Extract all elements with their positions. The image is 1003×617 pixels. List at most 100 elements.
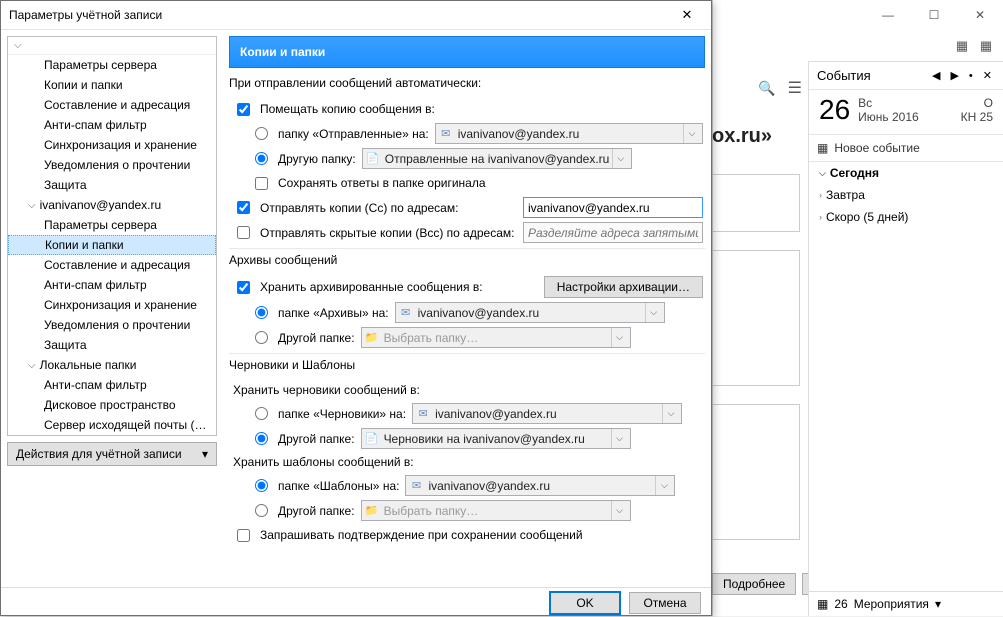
- send-heading: При отправлении сообщений автоматически:: [229, 76, 705, 90]
- tree-item[interactable]: Защита: [8, 335, 216, 355]
- search-icon[interactable]: 🔍: [758, 80, 775, 97]
- drafts-folder-combo[interactable]: ✉ivanivanov@yandex.ru⌵: [412, 403, 682, 424]
- chevron-down-icon[interactable]: ⌵: [645, 303, 662, 322]
- archives-folder-combo[interactable]: ✉ivanivanov@yandex.ru⌵: [395, 302, 665, 323]
- account-tree[interactable]: ⌵ Параметры сервера Копии и папки Состав…: [7, 36, 217, 436]
- archive-other-radio[interactable]: Другой папке:: [255, 331, 355, 345]
- other-folder-combo[interactable]: 📄Отправленные на ivanivanov@yandex.ru⌵: [362, 148, 632, 169]
- tree-item[interactable]: Составление и адресация: [8, 255, 216, 275]
- chevron-down-icon[interactable]: ⌵: [819, 168, 826, 179]
- folder-icon: 📁: [364, 330, 380, 346]
- tree-item[interactable]: Составление и адресация: [8, 95, 216, 115]
- dropdown-icon: ▾: [202, 447, 208, 461]
- new-event-link[interactable]: Новое событие: [834, 141, 919, 155]
- cancel-button[interactable]: Отмена: [629, 592, 701, 614]
- templates-in-label: Хранить шаблоны сообщений в:: [233, 455, 703, 469]
- templates-folder-combo[interactable]: ✉ivanivanov@yandex.ru⌵: [405, 475, 675, 496]
- keep-archived-checkbox[interactable]: Хранить архивированные сообщения в:: [237, 280, 483, 294]
- new-event-icon: ▦: [817, 141, 828, 155]
- foot-date: 26: [834, 597, 847, 611]
- tree-item[interactable]: Защита: [8, 175, 216, 195]
- mail-account-icon: ✉: [398, 305, 414, 321]
- cal-group-tomorrow[interactable]: Завтра: [826, 188, 865, 202]
- tree-item[interactable]: Уведомления о прочтении: [8, 155, 216, 175]
- chevron-down-icon[interactable]: ⌵: [662, 404, 679, 423]
- date-dow: Вс: [858, 96, 919, 110]
- tree-item[interactable]: Анти-спам фильтр: [8, 275, 216, 295]
- archives-folder-radio[interactable]: папке «Архивы» на:: [255, 306, 389, 320]
- calendar-today-icon[interactable]: ▦: [953, 37, 971, 55]
- cc-checkbox[interactable]: Отправлять копии (Cc) по адресам:: [237, 201, 458, 215]
- chevron-right-icon[interactable]: ›: [819, 190, 822, 200]
- content-box-2: [712, 250, 800, 386]
- archive-heading: Архивы сообщений: [229, 253, 705, 267]
- dialog-title: Параметры учётной записи: [9, 8, 671, 22]
- tree-item[interactable]: Синхронизация и хранение: [8, 295, 216, 315]
- mail-account-icon: ✉: [415, 406, 431, 422]
- calendar-tasks-icon[interactable]: ▦: [977, 37, 995, 55]
- chevron-down-icon[interactable]: ⌵: [611, 501, 628, 520]
- foot-label[interactable]: Мероприятия: [854, 597, 929, 611]
- ok-button[interactable]: OK: [549, 591, 621, 615]
- folder-icon: 📄: [364, 431, 380, 447]
- archive-other-combo[interactable]: 📁Выбрать папку…⌵: [361, 327, 631, 348]
- tree-item-selected[interactable]: Копии и папки: [8, 235, 216, 255]
- tree-item[interactable]: Уведомления о прочтении: [8, 315, 216, 335]
- folder-icon: 📁: [364, 503, 380, 519]
- tree-item[interactable]: Параметры сервера: [8, 55, 216, 75]
- chevron-down-icon[interactable]: ⌵: [683, 124, 700, 143]
- content-box-3: [712, 404, 800, 540]
- date-daynum: 26: [819, 94, 850, 126]
- bcc-input: [523, 222, 703, 243]
- templates-other-combo[interactable]: 📁Выбрать папку…⌵: [361, 500, 631, 521]
- dialog-close-icon[interactable]: ✕: [671, 7, 703, 24]
- tree-item[interactable]: Анти-спам фильтр: [8, 115, 216, 135]
- panel-title: Копии и папки: [229, 36, 705, 68]
- mail-account-icon: ✉: [408, 478, 424, 494]
- drafts-folder-radio[interactable]: папке «Черновики» на:: [255, 407, 406, 421]
- sent-folder-radio[interactable]: папку «Отправленные» на:: [255, 127, 429, 141]
- tree-account-local[interactable]: Локальные папки: [8, 355, 216, 375]
- tree-twisty-icon[interactable]: ⌵: [14, 40, 22, 51]
- calendar-sidebar: События ◀ ▶ • ✕ 26 Вс Июнь 2016 O КН 25 …: [808, 62, 1003, 616]
- cc-input[interactable]: [523, 197, 703, 218]
- drafts-other-radio[interactable]: Другой папке:: [255, 432, 355, 446]
- date-month: Июнь 2016: [858, 110, 919, 124]
- place-copy-checkbox[interactable]: Помещать копию сообщения в:: [237, 102, 435, 116]
- tree-item[interactable]: Анти-спам фильтр: [8, 375, 216, 395]
- tree-account[interactable]: ivanivanov@yandex.ru: [8, 195, 216, 215]
- maximize-button[interactable]: ☐: [911, 0, 957, 30]
- drafts-heading: Черновики и Шаблоны: [229, 358, 705, 372]
- chevron-down-icon[interactable]: ⌵: [655, 476, 672, 495]
- tree-item[interactable]: Копии и папки: [8, 75, 216, 95]
- foot-dropdown-icon[interactable]: ▾: [935, 597, 941, 611]
- minimize-button[interactable]: —: [865, 0, 911, 30]
- confirm-save-checkbox[interactable]: Запрашивать подтверждение при сохранении…: [237, 528, 583, 542]
- tree-item[interactable]: Сервер исходящей почты (S…: [8, 415, 216, 435]
- cal-group-soon[interactable]: Скоро (5 дней): [826, 210, 908, 224]
- sent-folder-combo[interactable]: ✉ivanivanov@yandex.ru⌵: [435, 123, 703, 144]
- drafts-other-combo[interactable]: 📄Черновики на ivanivanov@yandex.ru⌵: [361, 428, 631, 449]
- next-day-icon[interactable]: ▶: [947, 69, 961, 82]
- tree-item[interactable]: Дисковое пространство: [8, 395, 216, 415]
- templates-other-radio[interactable]: Другой папке:: [255, 504, 355, 518]
- app-menu-icon[interactable]: ☰: [788, 78, 802, 98]
- chevron-right-icon[interactable]: ›: [819, 212, 822, 222]
- account-actions-button[interactable]: Действия для учётной записи ▾: [7, 442, 217, 466]
- keep-replies-checkbox[interactable]: Сохранять ответы в папке оригинала: [255, 176, 486, 190]
- prev-day-icon[interactable]: ◀: [929, 69, 943, 82]
- bcc-checkbox[interactable]: Отправлять скрытые копии (Bcc) по адреса…: [237, 226, 514, 240]
- chevron-down-icon[interactable]: ⌵: [611, 328, 628, 347]
- chevron-down-icon[interactable]: ⌵: [611, 429, 628, 448]
- templates-folder-radio[interactable]: папке «Шаблоны» на:: [255, 479, 399, 493]
- cal-group-today[interactable]: Сегодня: [830, 166, 879, 180]
- chevron-down-icon[interactable]: ⌵: [612, 149, 629, 168]
- close-button[interactable]: ✕: [957, 0, 1003, 30]
- tree-item[interactable]: Параметры сервера: [8, 215, 216, 235]
- more-button[interactable]: Подробнее: [712, 573, 796, 595]
- other-folder-radio[interactable]: Другую папку:: [255, 152, 356, 166]
- archive-settings-button[interactable]: Настройки архивации…: [544, 276, 703, 298]
- today-dot-icon[interactable]: •: [966, 70, 976, 82]
- tree-item[interactable]: Синхронизация и хранение: [8, 135, 216, 155]
- close-cal-icon[interactable]: ✕: [980, 69, 995, 82]
